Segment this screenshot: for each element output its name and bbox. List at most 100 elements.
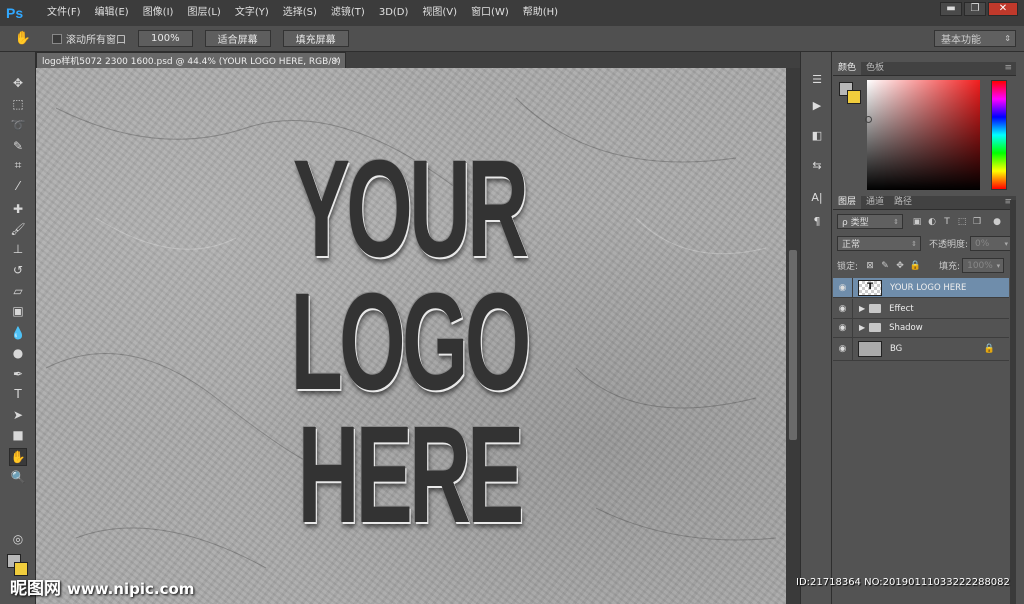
eraser-tool-icon[interactable]: ▱ — [9, 282, 27, 300]
menu-layer[interactable]: 图层(L) — [180, 0, 227, 26]
canvas-vertical-scrollbar[interactable] — [786, 68, 800, 604]
lock-pixels-icon[interactable]: ✎ — [879, 260, 891, 272]
blur-tool-icon[interactable]: 💧 — [9, 324, 27, 342]
layer-filter-select[interactable]: ρ 类型 ⇕ — [837, 214, 903, 229]
properties-panel-icon[interactable]: ⇆ — [808, 156, 826, 174]
expand-arrow-icon[interactable]: ▶ — [859, 323, 865, 332]
scroll-all-windows-label: 滚动所有窗口 — [66, 35, 126, 46]
panel-menu-icon[interactable]: ≡ — [1004, 63, 1012, 73]
filter-toggle-icon[interactable]: ● — [991, 216, 1003, 228]
healing-brush-tool-icon[interactable]: ✚ — [9, 200, 27, 218]
opacity-input[interactable]: 0% ▾ — [970, 236, 1013, 251]
lock-label: 锁定: — [837, 262, 859, 272]
lock-all-icon[interactable]: 🔒 — [909, 260, 921, 272]
color-picker-cursor[interactable] — [865, 116, 872, 123]
menu-help[interactable]: 帮助(H) — [516, 0, 565, 26]
type-tool-icon[interactable]: T — [9, 385, 27, 403]
brush-tool-icon[interactable]: 🖌 — [9, 220, 27, 238]
filter-type-icon[interactable]: T — [941, 216, 953, 228]
character-panel-icon[interactable]: A| — [808, 188, 826, 206]
filter-shape-icon[interactable]: ⬚ — [956, 216, 968, 228]
gradient-tool-icon[interactable]: ▣ — [9, 302, 27, 320]
main-menu: 文件(F) 编辑(E) 图像(I) 图层(L) 文字(Y) 选择(S) 滤镜(T… — [40, 0, 565, 26]
logo-line-here: HERE — [297, 398, 525, 552]
tab-close-icon[interactable]: × — [332, 56, 340, 66]
menu-filter[interactable]: 滤镜(T) — [324, 0, 372, 26]
zoom-100-button[interactable]: 100% — [138, 30, 193, 47]
crop-tool-icon[interactable]: ⌗ — [9, 156, 27, 174]
workspace-value: 基本功能 — [941, 35, 981, 46]
menu-image[interactable]: 图像(I) — [136, 0, 181, 26]
filter-smart-object-icon[interactable]: ❒ — [971, 216, 983, 228]
menu-select[interactable]: 选择(S) — [276, 0, 324, 26]
document-tab[interactable]: logo样机5072 2300 1600.psd @ 44.4% (YOUR L… — [36, 52, 346, 68]
document-canvas[interactable]: YOUR LOGO HERE — [36, 68, 786, 604]
lock-transparent-icon[interactable]: ⊠ — [864, 260, 876, 272]
close-button[interactable]: ✕ — [988, 2, 1018, 16]
scroll-all-windows-checkbox[interactable]: 滚动所有窗口 — [52, 31, 126, 46]
history-panel-icon[interactable]: ☰ — [808, 70, 826, 88]
layer-effect[interactable]: ◉ ▶ Effect — [833, 298, 1009, 319]
eye-icon[interactable]: ◉ — [833, 298, 853, 319]
checkbox-box[interactable] — [52, 33, 62, 44]
layer-your-logo-here[interactable]: ◉ YOUR LOGO HERE — [833, 277, 1009, 298]
menu-window[interactable]: 窗口(W) — [464, 0, 516, 26]
menu-file[interactable]: 文件(F) — [40, 0, 88, 26]
filter-pixel-icon[interactable]: ▣ — [911, 216, 923, 228]
layer-bg[interactable]: ◉ BG 🔒 — [833, 336, 1009, 361]
tab-color[interactable]: 颜色 — [833, 62, 862, 75]
paragraph-panel-icon[interactable]: ¶ — [808, 212, 826, 230]
tab-channels[interactable]: 通道 — [861, 196, 889, 209]
menu-3d[interactable]: 3D(D) — [372, 0, 416, 26]
eye-icon[interactable]: ◉ — [833, 336, 853, 361]
marquee-tool-icon[interactable]: ⬚ — [9, 95, 27, 113]
hand-icon[interactable]: ✋ — [8, 31, 38, 46]
logo-line-your: YOUR — [292, 132, 529, 286]
eyedropper-tool-icon[interactable]: ⁄ — [9, 177, 27, 195]
adjustments-panel-icon[interactable]: ◧ — [808, 126, 826, 144]
chevron-down-icon: ▾ — [1004, 239, 1009, 248]
eye-icon[interactable]: ◉ — [833, 317, 853, 338]
layer-shadow[interactable]: ◉ ▶ Shadow — [833, 317, 1009, 338]
fill-input[interactable]: 100% ▾ — [962, 258, 1005, 273]
layers-panel-tabs: 图层 通道 路径 — [833, 196, 1016, 210]
menu-type[interactable]: 文字(Y) — [228, 0, 276, 26]
zoom-tool-icon[interactable]: 🔍 — [9, 468, 27, 486]
path-select-tool-icon[interactable]: ➤ — [9, 406, 27, 424]
tab-paths[interactable]: 路径 — [889, 196, 917, 209]
menu-view[interactable]: 视图(V) — [415, 0, 464, 26]
chevron-down-icon: ⇕ — [1004, 34, 1011, 43]
quick-mask-icon[interactable]: ◎ — [9, 530, 27, 548]
expand-arrow-icon[interactable]: ▶ — [859, 304, 865, 313]
tab-layers[interactable]: 图层 — [833, 196, 862, 209]
background-color-swatch[interactable] — [847, 90, 861, 104]
eye-icon[interactable]: ◉ — [833, 277, 853, 298]
move-tool-icon[interactable]: ✥ — [9, 74, 27, 92]
workspace-select[interactable]: 基本功能 ⇕ — [934, 30, 1016, 47]
collapsed-panel-dock: ☰ ▶ ◧ ⇆ A| ¶ — [800, 52, 832, 604]
lasso-tool-icon[interactable]: ➰ — [9, 116, 27, 134]
fill-screen-button[interactable]: 填充屏幕 — [282, 30, 349, 47]
restore-button[interactable]: ❐ — [964, 2, 986, 16]
tools-panel: ✥ ⬚ ➰ ✎ ⌗ ⁄ ✚ 🖌 ⊥ ↺ ▱ ▣ 💧 ● ✒ T ➤ ■ ✋ 🔍 ◎ ▭ — [0, 52, 36, 604]
dodge-tool-icon[interactable]: ● — [9, 344, 27, 362]
hue-slider[interactable] — [991, 80, 1007, 190]
panel-scrollbar[interactable] — [1010, 200, 1016, 604]
filter-adjustment-icon[interactable]: ◐ — [926, 216, 938, 228]
rectangle-tool-icon[interactable]: ■ — [9, 426, 27, 444]
menu-bar: Ps 文件(F) 编辑(E) 图像(I) 图层(L) 文字(Y) 选择(S) 滤… — [0, 0, 1024, 26]
actions-panel-icon[interactable]: ▶ — [808, 96, 826, 114]
tab-swatches[interactable]: 色板 — [861, 62, 889, 75]
pen-tool-icon[interactable]: ✒ — [9, 365, 27, 383]
color-picker-field[interactable] — [867, 80, 980, 190]
scrollbar-thumb[interactable] — [789, 250, 797, 440]
minimize-button[interactable]: ▬ — [940, 2, 962, 16]
stamp-tool-icon[interactable]: ⊥ — [9, 240, 27, 258]
lock-position-icon[interactable]: ✥ — [894, 260, 906, 272]
fit-screen-button[interactable]: 适合屏幕 — [204, 30, 271, 47]
quick-select-tool-icon[interactable]: ✎ — [9, 137, 27, 155]
hand-tool-icon[interactable]: ✋ — [9, 448, 27, 466]
history-brush-tool-icon[interactable]: ↺ — [9, 261, 27, 279]
blend-mode-select[interactable]: 正常 ⇕ — [837, 236, 921, 251]
menu-edit[interactable]: 编辑(E) — [88, 0, 136, 26]
